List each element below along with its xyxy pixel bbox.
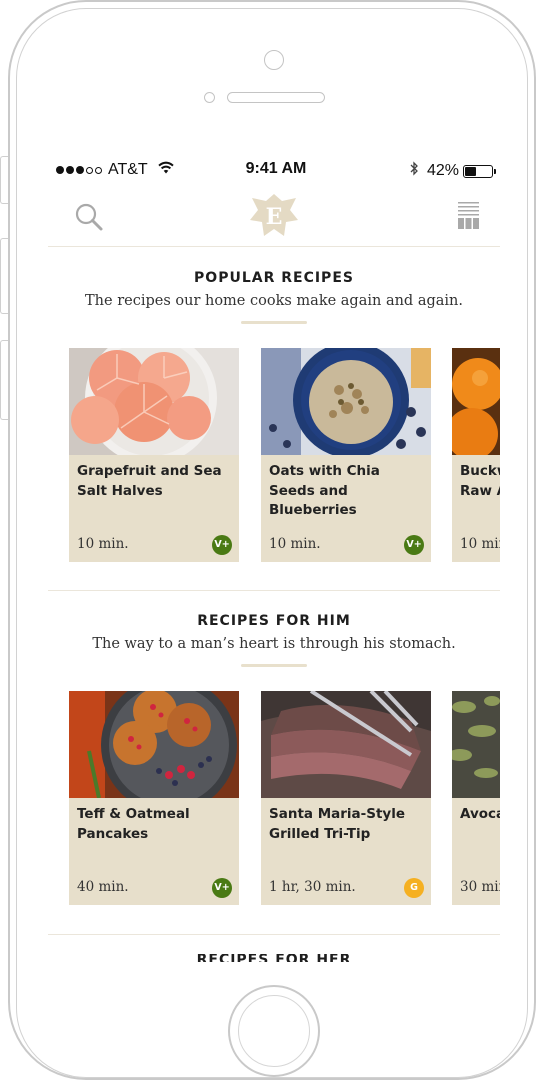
volume-up-button [0,238,8,314]
proximity-sensor [204,92,215,103]
front-camera [264,50,284,70]
vegan-badge: V+ [212,878,232,898]
recipe-time: 10 min. [77,536,129,552]
recipe-name: Teff & Oatmeal Pancakes [77,806,190,842]
recipe-card[interactable]: Oats with Chia Seeds and Blueberries 10 … [261,348,431,562]
home-button-ring [238,995,310,1067]
section-recipes-for-her: RECIPES FOR HER [48,954,500,962]
recipe-card[interactable]: Grapefruit and Sea Salt Halves 10 min. V… [69,348,239,562]
recipe-time: 10 min. [460,536,500,552]
recipe-image-avocado [452,691,500,798]
recipe-time: 40 min. [77,879,129,895]
logo-letter: E [266,204,283,230]
recipe-image-tri-tip [261,691,431,798]
recipe-image-pancakes [69,691,239,798]
recipe-image-oats [261,348,431,455]
section-subtitle: The way to a man’s heart is through his … [92,636,456,652]
recipe-name: Grapefruit and Sea Salt Halves [77,463,222,499]
battery-percent: 42% [426,162,459,179]
section-rule [241,321,307,324]
vegan-badge: V+ [404,535,424,555]
nav-bar: E [48,188,500,247]
recipe-image-grapefruit [69,348,239,455]
gluten-free-badge: G [404,878,424,898]
recipe-time: 10 min. [269,536,321,552]
recipe-card[interactable]: Teff & Oatmeal Pancakes 40 min. V+ [69,691,239,905]
recipe-name: Santa Maria-Style Grilled Tri-Tip [269,806,406,842]
volume-down-button [0,340,8,420]
section-subtitle: The recipes our home cooks make again an… [85,293,463,309]
section-title: RECIPES FOR HIM [197,613,351,629]
recipe-card[interactable]: Santa Maria-Style Grilled Tri-Tip 1 hr, … [261,691,431,905]
recipe-name: Avocado [460,806,500,822]
section-popular-recipes: POPULAR RECIPES The recipes our home coo… [48,270,500,324]
section-title: POPULAR RECIPES [194,270,354,286]
recipe-card[interactable]: Avocado 30 min. [452,691,500,905]
section-divider [48,934,500,935]
recipe-card[interactable]: Buckwheat with Raw Apricots 10 min. [452,348,500,562]
recipe-row-him: Teff & Oatmeal Pancakes 40 min. V+ Santa… [69,691,500,905]
logo-icon[interactable]: E [248,192,300,244]
mute-switch [0,156,8,204]
recipe-time: 1 hr, 30 min. [269,879,356,895]
recipe-row-popular: Grapefruit and Sea Salt Halves 10 min. V… [69,348,500,562]
recipe-time: 30 min. [460,879,500,895]
recipe-name: Oats with Chia Seeds and Blueberries [269,463,380,518]
section-rule [241,664,307,667]
recipe-image-apricots [452,348,500,455]
earpiece-speaker [227,92,325,103]
section-title: RECIPES FOR HER [196,954,352,962]
bluetooth-icon [410,161,419,181]
section-recipes-for-him: RECIPES FOR HIM The way to a man’s heart… [48,613,500,667]
section-divider [48,590,500,591]
recipe-name: Buckwheat with Raw Apricots [460,463,500,499]
grid-menu-icon[interactable] [458,202,480,234]
battery-icon [463,164,493,178]
search-icon[interactable] [74,202,104,236]
status-bar: AT&T 9:41 AM 42% [56,158,496,184]
battery-tip [494,168,496,174]
vegan-badge: V+ [212,535,232,555]
